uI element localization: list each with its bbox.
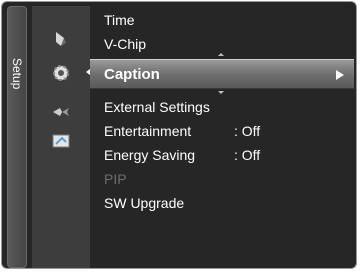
menu-item-energy-saving[interactable]: Energy Saving : Off: [104, 147, 260, 163]
scroll-down-icon: [218, 91, 224, 94]
side-tab: [7, 6, 27, 268]
menu-item-time[interactable]: Time: [104, 12, 135, 28]
menu-item-sw-upgrade[interactable]: SW Upgrade: [104, 195, 184, 211]
menu-item-v-chip[interactable]: V-Chip: [104, 36, 146, 52]
satellite-icon[interactable]: [50, 101, 72, 123]
menu-item-pip: PIP: [104, 171, 127, 187]
input-icon[interactable]: [50, 130, 72, 152]
category-icon-column: [32, 6, 90, 268]
menu-item-caption[interactable]: Caption: [90, 59, 354, 89]
energy-saving-value: : Off: [234, 147, 261, 163]
submenu-arrow-icon: [336, 70, 344, 80]
gear-icon[interactable]: [50, 62, 72, 84]
scroll-up-icon: [218, 53, 224, 56]
setup-menu: Time V-Chip Caption External Settings En…: [90, 6, 354, 268]
menu-item-entertainment[interactable]: Entertainment : Off: [104, 123, 260, 139]
osd-menu: Setup Time V-Chip Caption External Setti…: [1, 1, 357, 269]
side-tab-label: Setup: [10, 58, 24, 90]
menu-item-caption-label: Caption: [104, 66, 160, 83]
picture-icon[interactable]: [50, 28, 72, 50]
entertainment-value: : Off: [234, 123, 261, 139]
menu-item-external-settings[interactable]: External Settings: [104, 99, 210, 115]
